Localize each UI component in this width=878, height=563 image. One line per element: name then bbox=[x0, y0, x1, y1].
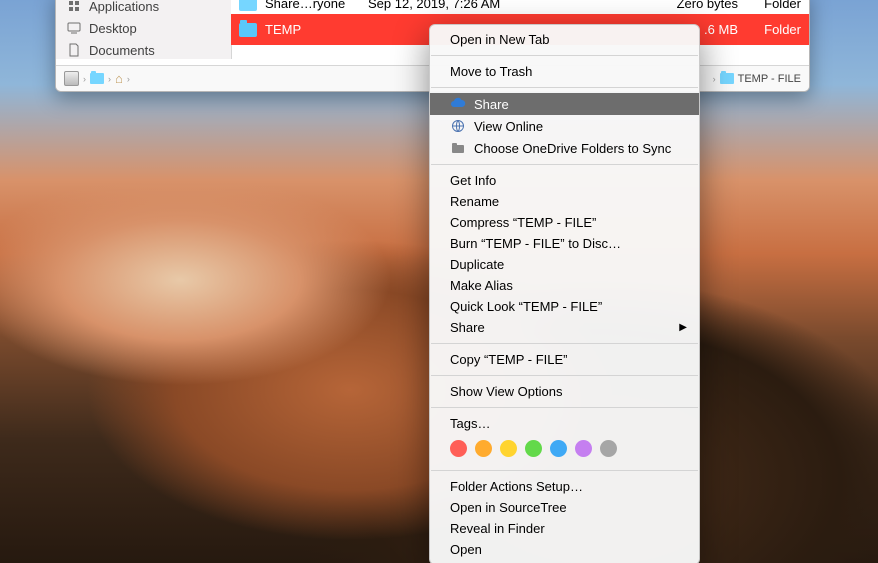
sidebar-item-desktop[interactable]: Desktop bbox=[56, 17, 231, 39]
cloud-icon bbox=[450, 96, 466, 112]
menu-show-view-options[interactable]: Show View Options bbox=[430, 381, 699, 402]
menu-move-to-trash[interactable]: Move to Trash bbox=[430, 61, 699, 82]
folder-icon[interactable] bbox=[720, 73, 734, 84]
documents-icon bbox=[66, 42, 82, 58]
menu-quick-look[interactable]: Quick Look “TEMP - FILE” bbox=[430, 296, 699, 317]
context-menu: Open in New Tab Move to Trash Share View… bbox=[429, 24, 700, 563]
file-size: Zero bytes bbox=[663, 0, 738, 11]
menu-choose-onedrive-folders[interactable]: Choose OneDrive Folders to Sync bbox=[430, 137, 699, 159]
file-name: Share…ryone bbox=[265, 0, 360, 11]
sync-folder-icon bbox=[450, 140, 466, 156]
menu-make-alias[interactable]: Make Alias bbox=[430, 275, 699, 296]
menu-burn[interactable]: Burn “TEMP - FILE” to Disc… bbox=[430, 233, 699, 254]
folder-icon bbox=[239, 23, 257, 37]
folder-icon[interactable] bbox=[90, 73, 104, 84]
menu-view-online[interactable]: View Online bbox=[430, 115, 699, 137]
tag-green[interactable] bbox=[525, 440, 542, 457]
file-name: TEMP bbox=[265, 22, 360, 37]
finder-sidebar: Applications Desktop Documents Downloads bbox=[56, 0, 232, 59]
chevron-right-icon: › bbox=[83, 74, 86, 84]
file-kind: Folder bbox=[746, 0, 801, 11]
menu-separator bbox=[431, 407, 698, 408]
menu-share-submenu[interactable]: Share▶ bbox=[430, 317, 699, 338]
menu-open[interactable]: Open bbox=[430, 539, 699, 560]
sidebar-item-label: Documents bbox=[89, 43, 155, 58]
chevron-right-icon: ▶ bbox=[679, 322, 687, 333]
folder-icon bbox=[239, 0, 257, 11]
tag-red[interactable] bbox=[450, 440, 467, 457]
menu-separator bbox=[431, 470, 698, 471]
menu-open-new-tab[interactable]: Open in New Tab bbox=[430, 29, 699, 50]
menu-open-sourcetree[interactable]: Open in SourceTree bbox=[430, 497, 699, 518]
sidebar-item-label: Desktop bbox=[89, 21, 137, 36]
tag-gray[interactable] bbox=[600, 440, 617, 457]
menu-folder-actions[interactable]: Folder Actions Setup… bbox=[430, 476, 699, 497]
tags-row bbox=[430, 434, 699, 465]
menu-tags-label: Tags… bbox=[430, 413, 699, 434]
chevron-right-icon: › bbox=[127, 74, 130, 84]
sidebar-item-documents[interactable]: Documents bbox=[56, 39, 231, 61]
sidebar-item-applications[interactable]: Applications bbox=[56, 0, 231, 17]
menu-duplicate[interactable]: Duplicate bbox=[430, 254, 699, 275]
path-segment[interactable]: TEMP - FILE bbox=[738, 73, 801, 85]
tag-purple[interactable] bbox=[575, 440, 592, 457]
menu-rename[interactable]: Rename bbox=[430, 191, 699, 212]
desktop-icon bbox=[66, 20, 82, 36]
applications-icon bbox=[66, 0, 82, 14]
menu-share[interactable]: Share bbox=[430, 93, 699, 115]
menu-separator bbox=[431, 343, 698, 344]
menu-separator bbox=[431, 87, 698, 88]
tag-blue[interactable] bbox=[550, 440, 567, 457]
menu-separator bbox=[431, 375, 698, 376]
menu-reveal-in-finder[interactable]: Reveal in Finder bbox=[430, 518, 699, 539]
file-date: Sep 12, 2019, 7:26 AM bbox=[368, 0, 523, 11]
menu-separator bbox=[431, 164, 698, 165]
globe-icon bbox=[450, 118, 466, 134]
chevron-right-icon: › bbox=[108, 74, 111, 84]
sidebar-item-label: Applications bbox=[89, 0, 159, 14]
file-kind: Folder bbox=[746, 22, 801, 37]
tag-yellow[interactable] bbox=[500, 440, 517, 457]
tag-orange[interactable] bbox=[475, 440, 492, 457]
menu-copy[interactable]: Copy “TEMP - FILE” bbox=[430, 349, 699, 370]
menu-get-info[interactable]: Get Info bbox=[430, 170, 699, 191]
menu-separator bbox=[431, 55, 698, 56]
hd-icon bbox=[64, 71, 79, 86]
menu-compress[interactable]: Compress “TEMP - FILE” bbox=[430, 212, 699, 233]
chevron-right-icon: › bbox=[713, 74, 716, 84]
home-icon[interactable]: ⌂ bbox=[115, 71, 123, 86]
file-row[interactable]: Share…ryone Sep 12, 2019, 7:26 AM Zero b… bbox=[231, 0, 809, 14]
